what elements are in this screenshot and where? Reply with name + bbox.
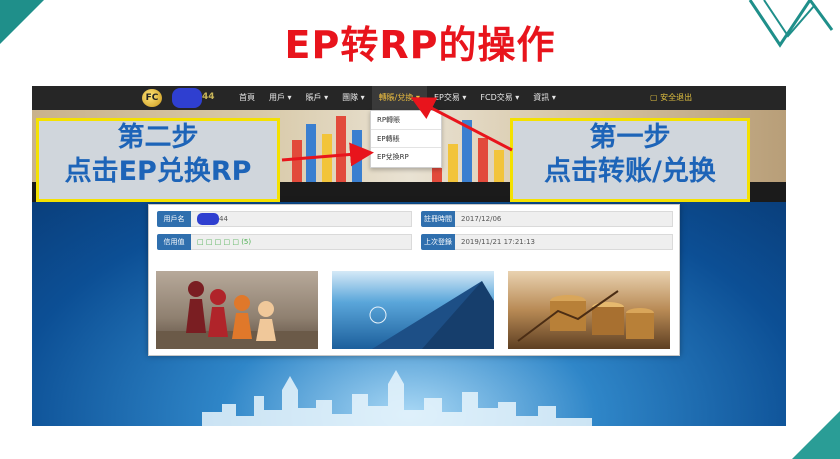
dropdown-item-rp-transfer[interactable]: RP轉賬	[371, 111, 441, 129]
step-two-text: 点击EP兑换RP	[64, 156, 252, 187]
credit-label: 信用值	[157, 234, 191, 250]
logo: FC	[142, 89, 162, 107]
slide-title: EP转RP的操作	[284, 23, 556, 67]
register-time-label: 註冊時間	[421, 211, 455, 227]
last-login-value: 2019/11/21 17:21:13	[455, 234, 673, 250]
slide: EP转RP的操作 FC 44 首頁 用戶 ▾ 賬戶 ▾ 團隊 ▾ 轉賬/兌換 ▾…	[0, 0, 840, 459]
nav-item-team[interactable]: 團隊 ▾	[335, 86, 372, 110]
register-time-field: 註冊時間 2017/12/06	[421, 211, 673, 227]
game-pieces-image	[156, 271, 318, 349]
navbar: FC 44 首頁 用戶 ▾ 賬戶 ▾ 團隊 ▾ 轉賬/兌換 ▾ EP交易 ▾ F…	[32, 86, 786, 110]
step-one-title: 第一步	[589, 122, 671, 153]
redacted-username	[197, 213, 219, 225]
register-time-value: 2017/12/06	[455, 211, 673, 227]
username-suffix: 44	[219, 215, 228, 223]
username-label: 用戶名	[157, 211, 191, 227]
nav-item-home[interactable]: 首頁	[232, 86, 262, 110]
nav-item-account[interactable]: 賬戶 ▾	[299, 86, 336, 110]
last-login-field: 上次登錄 2019/11/21 17:21:13	[421, 234, 673, 250]
nav-item-fcd-trade[interactable]: FCD交易 ▾	[473, 86, 526, 110]
step-two-title: 第二步	[117, 122, 199, 153]
building-sky-image	[332, 271, 494, 349]
username-suffix: 44	[202, 92, 215, 102]
step-two-callout: 第二步 点击EP兑换RP	[36, 118, 280, 202]
username-value: 44	[191, 211, 412, 227]
coins-image	[508, 271, 670, 349]
nav-item-ep-trade[interactable]: EP交易 ▾	[427, 86, 473, 110]
username-field: 用戶名 44	[157, 211, 412, 227]
corner-decoration	[792, 411, 840, 459]
city-skyline-graphic	[202, 370, 592, 426]
nav-menu: 首頁 用戶 ▾ 賬戶 ▾ 團隊 ▾ 轉賬/兌換 ▾ EP交易 ▾ FCD交易 ▾…	[232, 86, 563, 110]
credit-value: □ □ □ □ □ (5)	[191, 234, 412, 250]
nav-item-info[interactable]: 資訊 ▾	[526, 86, 563, 110]
nav-item-transfer-exchange[interactable]: 轉賬/兌換 ▾	[371, 86, 427, 110]
logout-link[interactable]: ▢ 安全退出	[650, 86, 692, 110]
dropdown-item-ep-exchange-rp[interactable]: EP兌換RP	[371, 147, 441, 165]
dropdown-item-ep-transfer[interactable]: EP轉賬	[371, 129, 441, 147]
step-one-callout: 第一步 点击转账/兑换	[510, 118, 750, 202]
last-login-label: 上次登錄	[421, 234, 455, 250]
redacted-username	[172, 88, 202, 108]
transfer-dropdown-menu: RP轉賬 EP轉賬 EP兌換RP	[370, 110, 442, 168]
credit-field: 信用值 □ □ □ □ □ (5)	[157, 234, 412, 250]
step-one-text: 点击转账/兑换	[544, 156, 716, 187]
nav-item-user[interactable]: 用戶 ▾	[262, 86, 299, 110]
